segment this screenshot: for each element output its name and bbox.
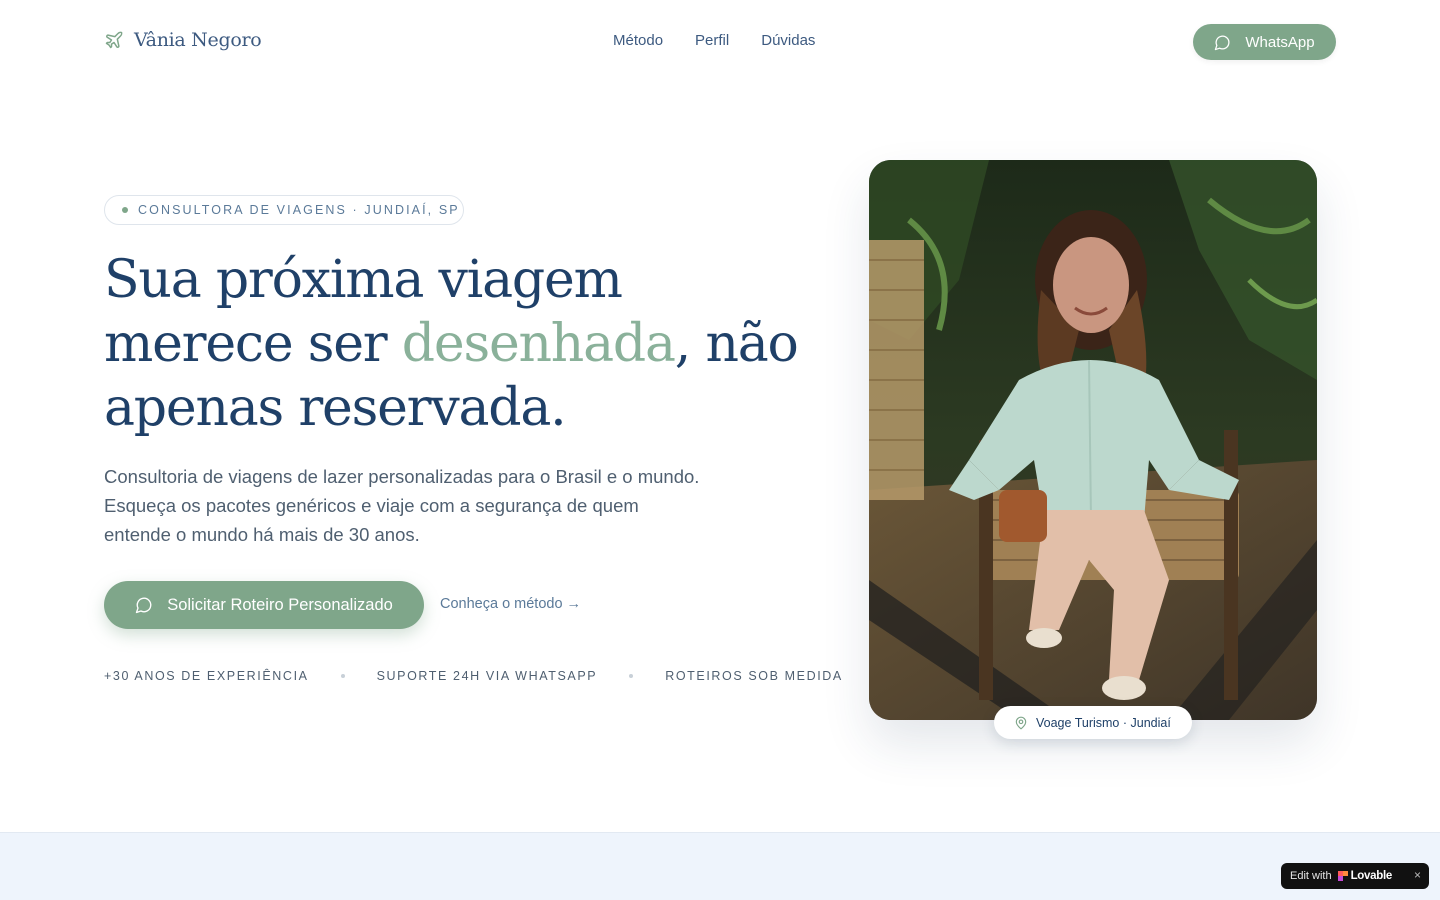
map-pin-icon (1015, 716, 1027, 729)
nav-link-perfil[interactable]: Perfil (695, 32, 729, 49)
main-nav: Método Perfil Dúvidas (613, 32, 815, 49)
headline-accent: desenhada (401, 314, 676, 374)
lovable-edit-label: Edit with (1290, 870, 1332, 882)
location-label: Voage Turismo · Jundiaí (1036, 715, 1171, 730)
next-section (0, 832, 1440, 900)
lovable-brand: Lovable (1350, 870, 1393, 882)
chat-bubble-icon (136, 597, 152, 614)
role-badge-text: CONSULTORA DE VIAGENS · JUNDIAÍ, SP (138, 203, 460, 217)
nav-link-metodo[interactable]: Método (613, 32, 663, 49)
lovable-heart-icon (1337, 871, 1348, 881)
feature-separator (340, 674, 345, 678)
request-itinerary-button[interactable]: Solicitar Roteiro Personalizado (104, 581, 424, 629)
edit-with-lovable-badge[interactable]: Edit with Lovable × (1281, 863, 1429, 889)
location-pill: Voage Turismo · Jundiaí (994, 706, 1192, 739)
nav-link-duvidas[interactable]: Dúvidas (761, 32, 815, 49)
whatsapp-button[interactable]: WhatsApp (1193, 24, 1336, 60)
badge-dot (122, 207, 128, 213)
method-link[interactable]: Conheça o método → (440, 596, 581, 612)
feature-experience: +30 ANOS DE EXPERIÊNCIA (104, 669, 309, 683)
whatsapp-button-label: WhatsApp (1245, 33, 1315, 51)
close-icon[interactable]: × (1414, 868, 1421, 882)
feature-separator (629, 674, 634, 678)
feature-list: +30 ANOS DE EXPERIÊNCIA SUPORTE 24H VIA … (104, 669, 843, 683)
site-header: Vânia Negoro Método Perfil Dúvidas Whats… (0, 0, 1440, 84)
plane-icon (105, 31, 123, 49)
hero-headline: Sua próxima viagem merece ser desenhada,… (104, 248, 804, 440)
feature-support: SUPORTE 24H VIA WHATSAPP (376, 669, 598, 683)
chat-bubble-icon (1215, 35, 1230, 50)
consultant-photo-illustration (869, 160, 1317, 720)
request-itinerary-label: Solicitar Roteiro Personalizado (167, 595, 393, 614)
hero-lead: Consultoria de viagens de lazer personal… (104, 466, 700, 545)
role-badge: CONSULTORA DE VIAGENS · JUNDIAÍ, SP (104, 195, 464, 225)
feature-custom: ROTEIROS SOB MEDIDA (665, 669, 843, 683)
brand-name: Vânia Negoro (134, 29, 262, 51)
consultant-photo (869, 160, 1317, 720)
brand-logo[interactable]: Vânia Negoro (104, 29, 262, 51)
